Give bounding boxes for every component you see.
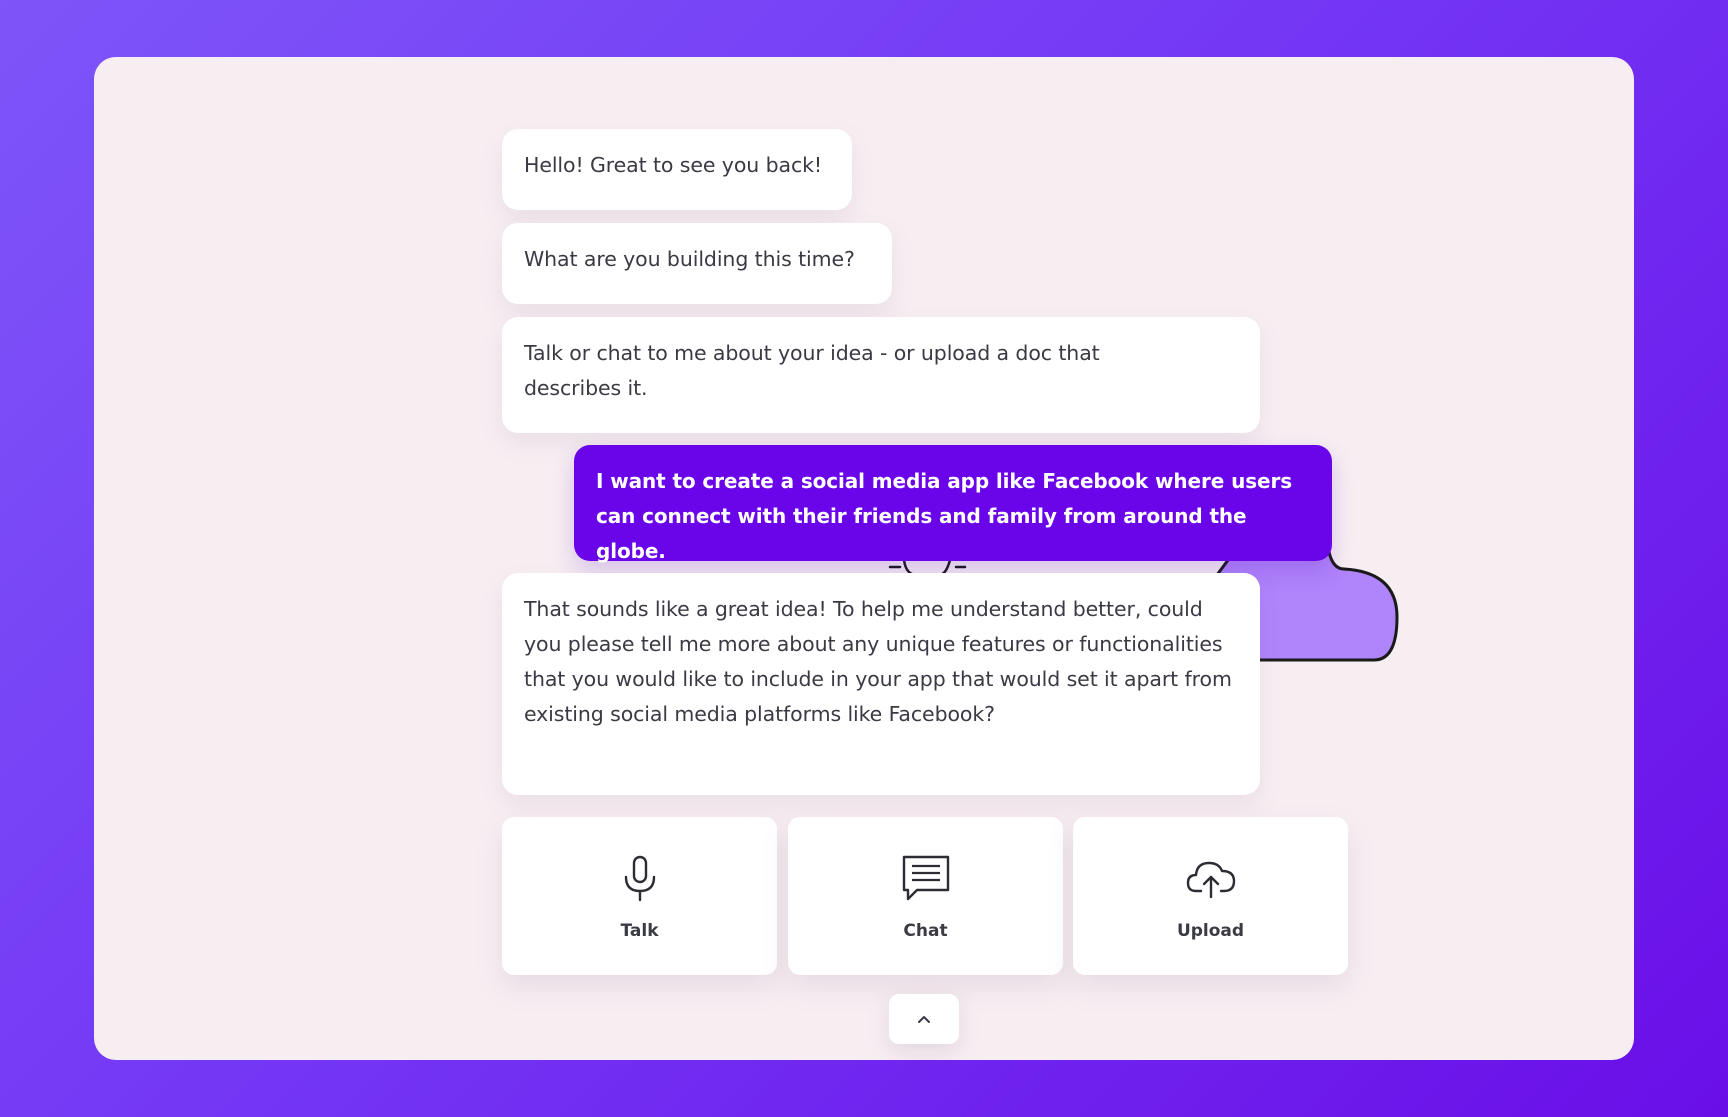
talk-button[interactable]: Talk — [502, 817, 777, 975]
chat-panel: Hello! Great to see you back! What are y… — [94, 57, 1634, 1060]
assistant-message: Hello! Great to see you back! — [502, 129, 852, 210]
assistant-message: That sounds like a great idea! To help m… — [502, 573, 1260, 795]
message-text: Talk or chat to me about your idea - or … — [524, 341, 1100, 400]
assistant-message: Talk or chat to me about your idea - or … — [502, 317, 1260, 433]
chat-bubble-icon — [902, 855, 949, 901]
chat-label: Chat — [903, 921, 948, 941]
talk-label: Talk — [620, 921, 659, 941]
assistant-message: What are you building this time? — [502, 223, 892, 304]
collapse-button[interactable] — [889, 994, 959, 1044]
upload-label: Upload — [1176, 921, 1245, 941]
chat-button[interactable]: Chat — [788, 817, 1063, 975]
microphone-icon — [624, 855, 655, 902]
upload-button[interactable]: Upload — [1073, 817, 1348, 975]
chevron-up-icon — [918, 1016, 930, 1023]
user-message: I want to create a social media app like… — [574, 445, 1332, 563]
message-text: That sounds like a great idea! To help m… — [524, 597, 1232, 726]
message-text: What are you building this time? — [524, 247, 855, 271]
message-text: Hello! Great to see you back! — [524, 153, 823, 177]
cloud-upload-icon — [1186, 861, 1235, 899]
message-text: I want to create a social media app like… — [596, 469, 1293, 563]
input-mode-actions: Talk Chat Upload — [502, 817, 1348, 975]
